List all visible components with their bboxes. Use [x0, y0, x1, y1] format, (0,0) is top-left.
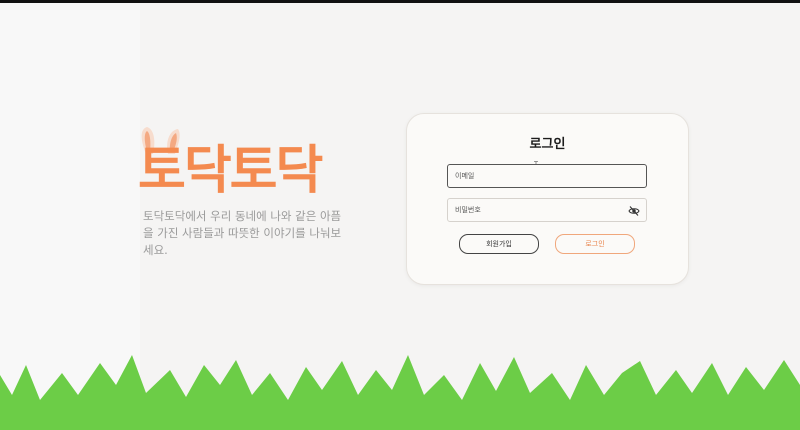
tagline: 토닥토닥에서 우리 동네에 나와 같은 아픔을 가진 사람들과 따뜻한 이야기를…: [143, 209, 342, 257]
login-title: 로그인: [529, 137, 566, 152]
logo-text: 토닥토닥: [138, 141, 323, 201]
email-field[interactable]: [447, 164, 647, 188]
login-button[interactable]: 로그인: [555, 234, 635, 254]
login-card: 로그인 회원가입 로그인: [406, 113, 689, 285]
signup-button[interactable]: 회원가입: [459, 234, 539, 254]
password-field[interactable]: [447, 198, 647, 222]
password-input[interactable]: [448, 199, 646, 221]
email-input[interactable]: [448, 165, 646, 187]
grass-decoration: [0, 355, 800, 430]
eye-off-icon[interactable]: [628, 205, 640, 217]
